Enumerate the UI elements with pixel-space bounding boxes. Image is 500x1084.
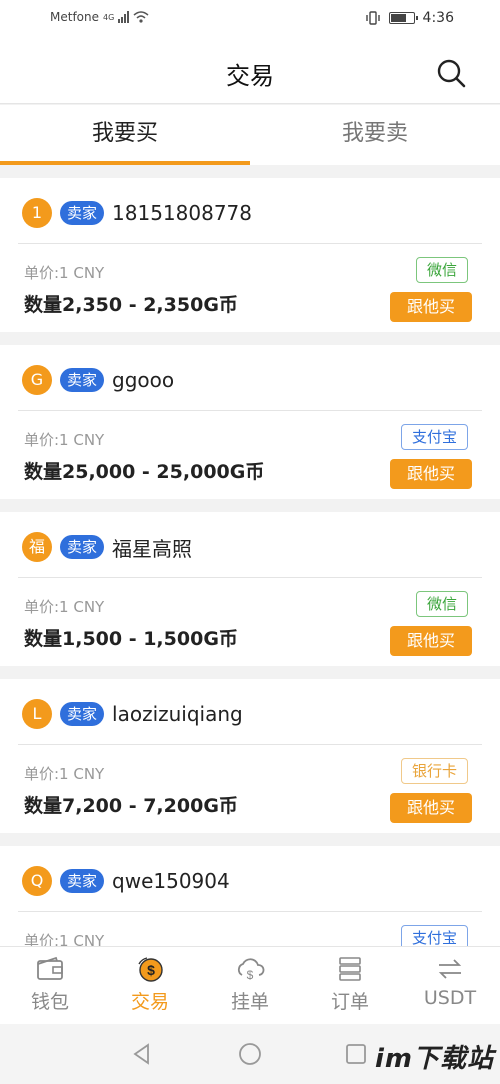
avatar: L xyxy=(22,699,52,729)
nav-label: 订单 xyxy=(330,991,369,1013)
wallet-icon xyxy=(37,956,63,980)
nav-label: 交易 xyxy=(130,991,169,1013)
svg-text:$: $ xyxy=(247,968,254,982)
carrier-name: Metfone xyxy=(50,10,99,24)
buy-from-seller-button[interactable]: 跟他买 xyxy=(390,793,472,823)
divider xyxy=(18,911,482,912)
payment-method-tag: 微信 xyxy=(415,257,468,283)
wifi-icon xyxy=(133,11,149,23)
vibrate-icon xyxy=(365,11,380,25)
payment-method-tag: 支付宝 xyxy=(400,925,468,946)
listing-card: L 卖家 laozizuiqiang 单价:1 CNY 数量7,200 - 7,… xyxy=(0,679,500,833)
cloud-dollar-icon: $ xyxy=(237,958,265,982)
tab-buy[interactable]: 我要买 xyxy=(0,105,250,165)
trade-tabs: 我要买 我要卖 xyxy=(0,105,500,165)
nav-label: 挂单 xyxy=(230,991,269,1013)
nav-orders[interactable]: 订单 xyxy=(300,947,400,1024)
divider xyxy=(18,410,482,411)
network-type: 4G xyxy=(103,12,115,22)
avatar: Q xyxy=(22,866,52,896)
seller-badge: 卖家 xyxy=(60,702,105,726)
seller-badge: 卖家 xyxy=(60,201,105,225)
buy-from-seller-button[interactable]: 跟他买 xyxy=(390,292,472,322)
listing-card: 福 卖家 福星高照 单价:1 CNY 数量1,500 - 1,500G币 微信 … xyxy=(0,512,500,666)
unit-price: 单价:1 CNY xyxy=(24,598,105,616)
seller-name[interactable]: ggooo xyxy=(112,368,174,392)
listing-card: Q 卖家 qwe150904 单价:1 CNY 支付宝 xyxy=(0,846,500,946)
seller-badge: 卖家 xyxy=(60,368,105,392)
page-title: 交易 xyxy=(226,62,274,90)
recents-square-icon[interactable] xyxy=(344,1042,368,1066)
app-header: 交易 xyxy=(0,40,500,104)
quantity-range: 数量1,500 - 1,500G币 xyxy=(24,628,238,650)
listing-list: 1 卖家 18151808778 单价:1 CNY 数量2,350 - 2,35… xyxy=(0,178,500,946)
seller-name[interactable]: 18151808778 xyxy=(112,201,252,225)
payment-method-tag: 微信 xyxy=(415,591,468,617)
battery-icon xyxy=(388,12,418,24)
divider xyxy=(18,577,482,578)
listing-header: 福 卖家 福星高照 xyxy=(22,532,192,562)
svg-text:$: $ xyxy=(147,962,155,978)
buy-from-seller-button[interactable]: 跟他买 xyxy=(390,626,472,656)
quantity-range: 数量2,350 - 2,350G币 xyxy=(24,294,238,316)
clock: 4:36 xyxy=(422,10,454,26)
listing-header: Q 卖家 qwe150904 xyxy=(22,866,230,896)
listing-card: G 卖家 ggooo 单价:1 CNY 数量25,000 - 25,000G币 … xyxy=(0,345,500,499)
search-icon[interactable] xyxy=(436,58,466,88)
seller-name[interactable]: qwe150904 xyxy=(112,869,230,893)
avatar: 福 xyxy=(22,532,52,562)
order-list-icon xyxy=(339,957,361,981)
listing-header: L 卖家 laozizuiqiang xyxy=(22,699,243,729)
unit-price: 单价:1 CNY xyxy=(24,932,105,946)
watermark-logo: im下载站 xyxy=(374,1044,494,1074)
listing-header: G 卖家 ggooo xyxy=(22,365,174,395)
seller-badge: 卖家 xyxy=(60,869,105,893)
system-nav-bar: im下载站 xyxy=(0,1024,500,1084)
status-right: 4:36 xyxy=(365,10,454,26)
quantity-range: 数量7,200 - 7,200G币 xyxy=(24,795,238,817)
nav-wallet[interactable]: 钱包 xyxy=(0,947,100,1024)
listing-header: 1 卖家 18151808778 xyxy=(22,198,252,228)
payment-method-tag: 支付宝 xyxy=(400,424,468,450)
seller-name[interactable]: laozizuiqiang xyxy=(112,702,243,726)
seller-badge: 卖家 xyxy=(60,535,105,559)
home-circle-icon[interactable] xyxy=(238,1042,262,1066)
nav-usdt[interactable]: USDT xyxy=(400,947,500,1024)
quantity-range: 数量25,000 - 25,000G币 xyxy=(24,461,265,483)
nav-orders-post[interactable]: $ 挂单 xyxy=(200,947,300,1024)
nav-label: USDT xyxy=(423,987,477,1009)
listing-card: 1 卖家 18151808778 单价:1 CNY 数量2,350 - 2,35… xyxy=(0,178,500,332)
divider xyxy=(18,243,482,244)
status-left: Metfone 4G xyxy=(50,10,149,24)
transfer-arrows-icon xyxy=(438,959,462,979)
bottom-nav: 钱包 $ 交易 $ 挂单 订单 USDT xyxy=(0,946,500,1024)
avatar: 1 xyxy=(22,198,52,228)
buy-from-seller-button[interactable]: 跟他买 xyxy=(390,459,472,489)
nav-label: 钱包 xyxy=(30,991,69,1013)
tab-sell[interactable]: 我要卖 xyxy=(250,105,500,165)
battery-fill xyxy=(390,14,407,22)
unit-price: 单价:1 CNY xyxy=(24,765,105,783)
nav-trade[interactable]: $ 交易 xyxy=(100,947,200,1024)
payment-method-tag: 银行卡 xyxy=(400,758,468,784)
unit-price: 单价:1 CNY xyxy=(24,264,105,282)
back-triangle-icon[interactable] xyxy=(130,1042,154,1066)
unit-price: 单价:1 CNY xyxy=(24,431,105,449)
divider xyxy=(18,744,482,745)
seller-name[interactable]: 福星高照 xyxy=(112,533,192,562)
status-bar: Metfone 4G 4:36 xyxy=(0,0,500,40)
signal-icon xyxy=(118,11,130,23)
exchange-coin-icon: $ xyxy=(138,957,163,982)
avatar: G xyxy=(22,365,52,395)
